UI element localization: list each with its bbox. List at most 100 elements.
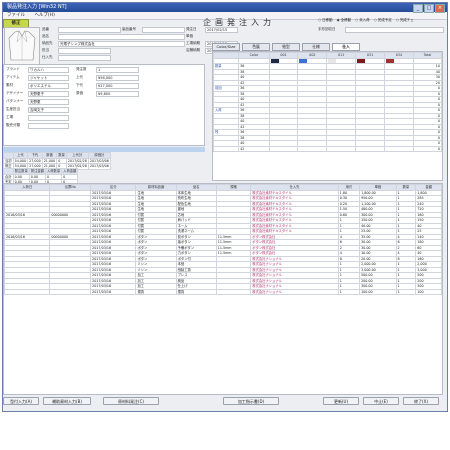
close-icon[interactable]: × (435, 4, 445, 13)
info-field[interactable]: ジャケット (28, 75, 69, 81)
product-photo (4, 27, 40, 65)
order-date-field[interactable]: 2017/02/15 (205, 27, 238, 33)
product-code-label: 品番 (42, 27, 49, 31)
maximize-icon[interactable]: □ (424, 4, 434, 13)
info-field[interactable]: 天野恵子 (28, 91, 69, 97)
info-label: デザイナー (6, 91, 24, 95)
staff-label: 担当 (42, 48, 49, 52)
store-date-label: 店舗納期 (186, 48, 200, 52)
table-cell: 合計 (3, 173, 14, 180)
product-number-label: 製品番号 (122, 27, 136, 31)
info-label: 生産担当 (6, 107, 20, 111)
info-field[interactable] (28, 115, 69, 121)
supplier-label: 仕入先 (42, 55, 53, 59)
qty-cell[interactable] (297, 145, 328, 152)
info-field[interactable] (28, 123, 69, 129)
column-header: 発注金額 (28, 168, 46, 175)
order-date-label: 発注日 (186, 27, 197, 31)
pattern-input-button[interactable]: 型付入力(A) (3, 397, 39, 405)
jacket-icon (8, 30, 36, 61)
column-header: 発注数量 (12, 168, 30, 175)
table-cell: 当初 (3, 157, 14, 164)
staff-field[interactable] (58, 48, 111, 54)
column-header: 入荷金額 (61, 168, 79, 175)
menu-help[interactable]: ヘルプ(H) (34, 13, 54, 18)
qty-cell[interactable] (355, 145, 385, 152)
table-cell: 100.00 (359, 288, 397, 295)
cancel-button[interactable]: 中止(E) (363, 397, 399, 405)
table-cell (215, 288, 252, 295)
price-label: 原価 (76, 91, 83, 95)
qty-cell[interactable] (326, 145, 357, 152)
view-radio-2[interactable]: 未入荷 (355, 18, 370, 23)
info-label: 工場 (6, 115, 13, 119)
color-size-table: Color 001 002 011 031 034 Total 数量 36 10 38 40 40 30 4… (213, 52, 442, 152)
price-field[interactable]: 1 (96, 67, 139, 73)
table-cell: 運賃 (135, 288, 177, 295)
aux-material-button[interactable]: 補助資材入力(B) (43, 397, 91, 405)
exit-button[interactable]: 終了(X) (403, 397, 439, 405)
table-cell (49, 288, 92, 295)
table-cell: 54,000 (12, 157, 29, 164)
product-info-panel: ブランド ワカルハ アイテム ジャケット 素材 ポリエステル デザイナー 天野恵子 パタンナー天… (3, 64, 205, 146)
view-radio-0[interactable]: 日移動 (318, 18, 333, 23)
info-field[interactable]: ポリエステル (28, 83, 69, 89)
qty-cell[interactable] (268, 145, 299, 152)
product-name-field[interactable] (58, 34, 185, 40)
info-field[interactable]: 天野恵 (28, 99, 69, 105)
tab-2[interactable]: 絵型 (272, 43, 300, 51)
table-cell: 27,000 (27, 157, 43, 164)
table-cell: 2017/03/16 (90, 288, 137, 295)
price-label: 発注数 (76, 67, 87, 71)
product-number-field[interactable] (142, 27, 185, 33)
unit-price-label: 単価 (186, 34, 193, 38)
price-field[interactable]: ¥9,800 (96, 91, 139, 97)
material-order-button[interactable]: 原材料発注(C) (103, 397, 159, 405)
table-cell: 2017/02/28 (65, 157, 89, 164)
size-row[interactable]: 42 0 (213, 145, 442, 152)
summary-table-wrap: 上代 下代 原価 数量 上代計 原価計 当初 54,000 27,000 21,000 0 2017/… (3, 152, 111, 170)
process-sheet-button[interactable]: 加工指示書(D) (223, 397, 279, 405)
right-tab-strip: Color/Size 色展 絵型 仕様 仕入 (212, 43, 360, 51)
supplier-field[interactable] (58, 55, 111, 61)
part-row[interactable]: 2017/03/16 運賃 運賃 株式会社ナショナル 1 100.00 1 100 (4, 288, 442, 295)
price-label: 下代 (76, 83, 83, 87)
product-code-field[interactable] (58, 27, 121, 33)
table-cell: 2017/03/06 (87, 163, 111, 170)
table-cell: 株式会社ナショナル (250, 288, 339, 295)
view-radio-1[interactable]: 全移動 (337, 18, 352, 23)
price-field[interactable]: ¥27,000 (96, 83, 139, 89)
view-radio-4[interactable]: 完成チェ (396, 18, 414, 23)
tab-0[interactable]: Color/Size (212, 43, 240, 51)
price-field[interactable]: ¥56,000 (96, 75, 139, 81)
info-field[interactable]: 吉岡文子 (28, 107, 69, 113)
table-cell: 運賃 (175, 288, 217, 295)
summary-table: 上代 下代 原価 数量 上代計 原価計 当初 54,000 27,000 21,000 0 2017/… (3, 152, 111, 170)
menu-file[interactable]: ファイル (7, 13, 25, 18)
info-field[interactable]: ワカルハ (28, 67, 69, 73)
tab-4[interactable]: 仕入 (332, 43, 360, 51)
window-title: 製品発注入力 [Win32 NT] (7, 4, 67, 10)
color-swatch (385, 58, 394, 63)
update-button[interactable]: 更新(U) (323, 397, 359, 405)
qty-cell[interactable] (383, 145, 414, 152)
delivery-to-label: 納品先 (42, 41, 53, 45)
table-cell: 21,000 (41, 157, 58, 164)
block-label (213, 145, 240, 152)
bill-date-field[interactable] (345, 27, 444, 33)
color-swatch (270, 58, 279, 63)
parts-table: 入荷日 伝票No 区分 原材料品番 品名 規格 仕入先 用尺 単価 数量 金額 2017/03/16 生… (4, 184, 442, 295)
delivery-to-field[interactable]: 光電子シンプ株式会社 (58, 41, 185, 47)
table-cell: 1 (337, 288, 361, 295)
tab-1[interactable]: 色展 (242, 43, 270, 51)
window-controls: _ □ × (413, 4, 445, 13)
table-cell: 100 (415, 288, 442, 295)
view-radio-3[interactable]: 完成予定 (374, 18, 392, 23)
minimize-icon[interactable]: _ (413, 4, 423, 13)
info-label: 販売分類 (6, 123, 20, 127)
button-row: 型付入力(A) 補助資材入力(B) 原材料発注(C) 加工指示書(D) 更新(U… (3, 397, 443, 407)
table-cell: 2017/03/06 (87, 157, 111, 164)
tab-3[interactable]: 仕様 (302, 43, 330, 51)
view-radio-group: 日移動全移動未入荷完成予定完成チェ (318, 18, 414, 23)
size-label: 42 (238, 145, 270, 152)
